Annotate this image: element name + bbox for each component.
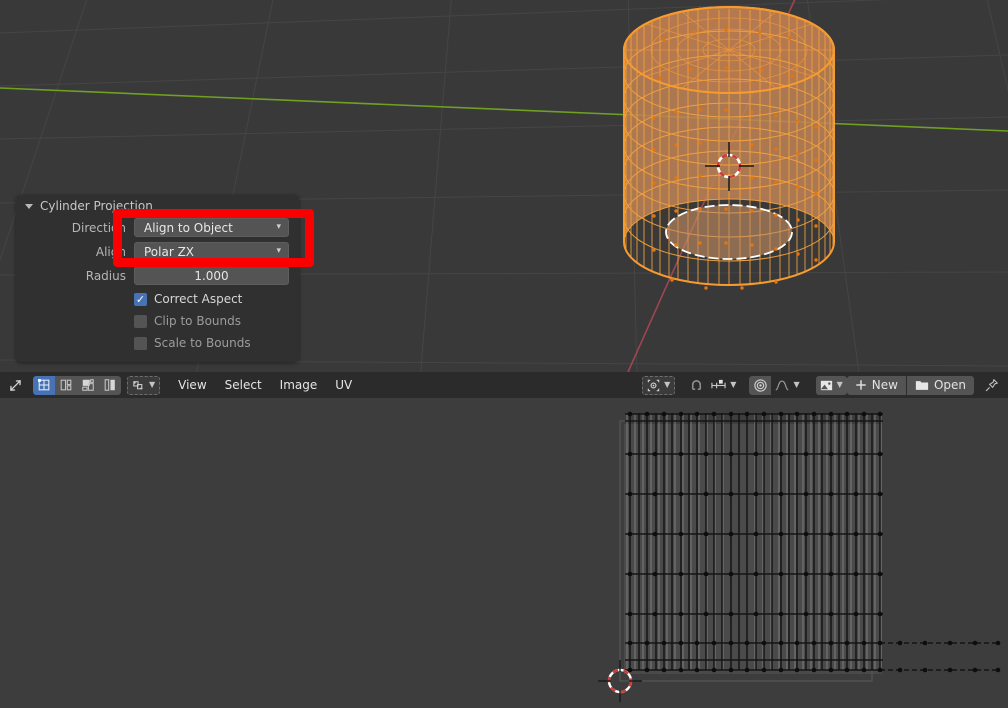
scale-to-bounds-row[interactable]: Scale to Bounds	[16, 333, 299, 353]
pivot-point-button[interactable]: ▼	[642, 375, 676, 395]
align-row: Align Polar ZX ▾	[16, 241, 299, 262]
plus-icon	[856, 380, 866, 390]
new-image-button[interactable]: New	[846, 375, 906, 395]
pivot-point-icon	[647, 379, 660, 391]
pin-button[interactable]	[980, 376, 1002, 395]
image-data-icon	[820, 380, 832, 390]
scale-to-bounds-label: Scale to Bounds	[154, 336, 251, 350]
sticky-selection-icon	[133, 380, 143, 389]
pin-icon	[985, 378, 998, 391]
radius-row: Radius 1.000	[16, 265, 299, 286]
align-label: Align	[95, 244, 126, 259]
radius-value: 1.000	[194, 268, 229, 283]
chevron-down-icon: ▼	[149, 380, 156, 389]
uv-editor-icon[interactable]	[4, 376, 26, 395]
folder-icon	[915, 380, 929, 390]
menu-select[interactable]: Select	[216, 376, 271, 395]
align-value: Polar ZX	[144, 244, 195, 259]
uv-editor-header: ▼ View Select Image UV ▼ ▼ ▼ ▼ New Open	[0, 372, 1008, 398]
uv-layout	[0, 398, 1008, 708]
uv-select-mode-group[interactable]	[33, 375, 121, 395]
correct-aspect-checkbox[interactable]: ✓	[134, 292, 147, 306]
direction-row: Direction Align to Object ▾	[16, 217, 299, 238]
snap-target-button[interactable]: ▼	[707, 376, 740, 395]
uv-island-select-icon[interactable]	[99, 375, 121, 395]
chevron-down-icon: ▾	[276, 222, 281, 232]
clip-to-bounds-row[interactable]: Clip to Bounds	[16, 311, 299, 331]
snap-increment-icon	[711, 379, 726, 388]
correct-aspect-label: Correct Aspect	[154, 292, 243, 306]
triangle-down-icon[interactable]	[25, 203, 33, 209]
uv-face-select-icon[interactable]	[77, 375, 99, 395]
operator-panel-header[interactable]: Cylinder Projection	[16, 195, 299, 217]
direction-label: Direction	[71, 220, 126, 235]
chevron-down-icon: ▼	[793, 380, 800, 389]
chevron-down-icon: ▼	[664, 380, 671, 389]
uv-edge-select-icon[interactable]	[55, 375, 77, 395]
proportional-editing-icon[interactable]	[749, 375, 772, 395]
chevron-down-icon: ▾	[276, 246, 281, 256]
checkmark-icon: ✓	[135, 292, 146, 306]
correct-aspect-row[interactable]: ✓ Correct Aspect	[16, 289, 299, 309]
uv-editor-canvas[interactable]	[0, 398, 1008, 708]
proportional-falloff-button[interactable]: ▼	[771, 376, 803, 395]
chevron-down-icon: ▼	[730, 380, 737, 389]
menu-view[interactable]: View	[169, 376, 215, 395]
magnet-icon[interactable]	[685, 376, 707, 395]
chevron-down-icon: ▼	[836, 380, 843, 389]
snapping-group[interactable]: ▼	[685, 376, 740, 395]
menu-uv[interactable]: UV	[326, 376, 361, 395]
direction-value: Align to Object	[144, 220, 233, 235]
sticky-selection-button[interactable]: ▼	[127, 375, 161, 395]
scale-to-bounds-checkbox[interactable]	[134, 336, 147, 350]
clip-to-bounds-label: Clip to Bounds	[154, 314, 241, 328]
smooth-falloff-icon	[775, 379, 789, 391]
page-title: Cylinder Projection	[40, 199, 153, 213]
new-image-label: New	[871, 378, 898, 392]
clip-to-bounds-checkbox[interactable]	[134, 314, 147, 328]
editor-type-selector[interactable]	[4, 376, 26, 395]
menu-image[interactable]: Image	[271, 376, 327, 395]
radius-label: Radius	[85, 268, 126, 283]
operator-redo-panel[interactable]: Cylinder Projection Direction Align to O…	[16, 195, 299, 362]
open-image-button[interactable]: Open	[906, 375, 974, 395]
radius-input[interactable]: 1.000	[134, 266, 289, 285]
direction-dropdown[interactable]: Align to Object ▾	[134, 218, 289, 237]
image-browse-button[interactable]: ▼	[815, 375, 847, 395]
align-dropdown[interactable]: Polar ZX ▾	[134, 242, 289, 261]
blender-window: Cylinder Projection Direction Align to O…	[0, 0, 1008, 708]
uv-vertex-select-icon[interactable]	[33, 375, 55, 395]
open-image-label: Open	[933, 378, 966, 392]
proportional-edit-group[interactable]: ▼	[749, 375, 803, 395]
